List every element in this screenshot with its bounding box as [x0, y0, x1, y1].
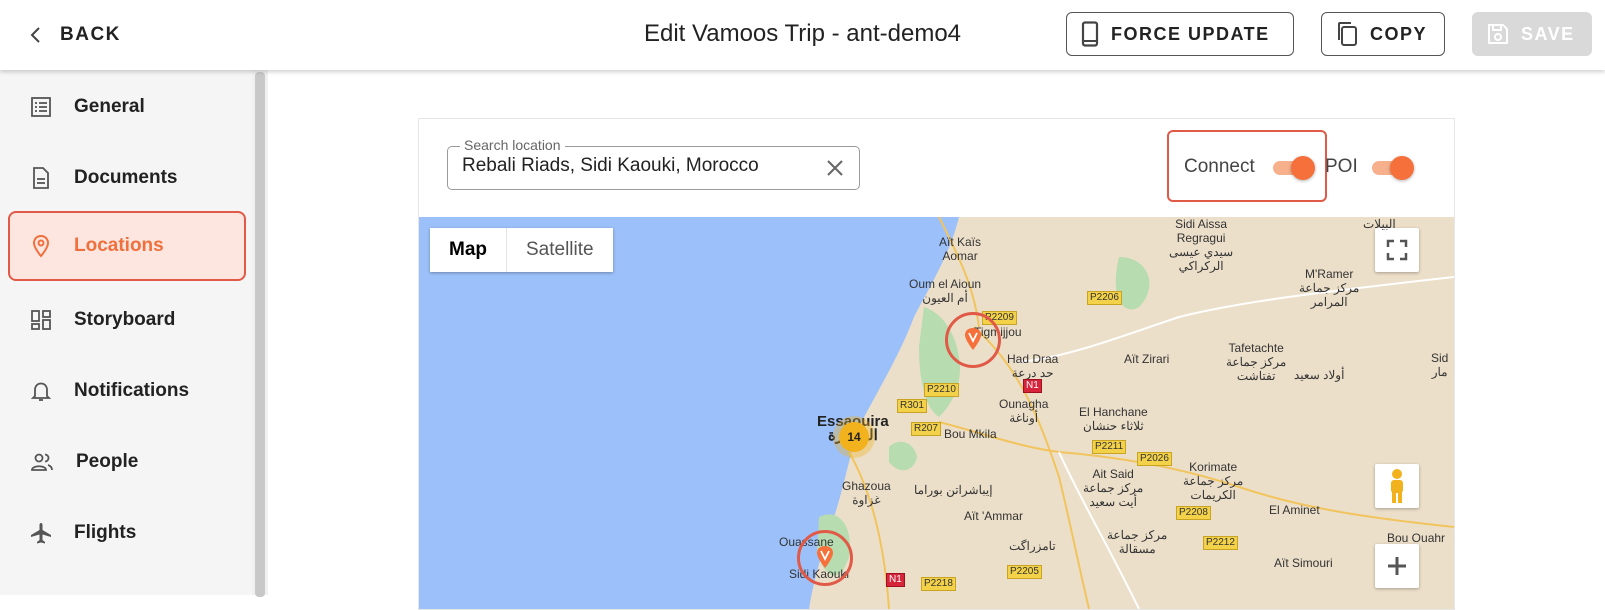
- smartphone-icon: [1081, 21, 1099, 47]
- sidebar-item-flights[interactable]: Flights: [8, 498, 246, 568]
- map-place-label: M'Ramer مركز جماعة المرامر: [1299, 267, 1360, 309]
- road-shield: P2211: [1092, 440, 1127, 454]
- poi-label: POI: [1325, 156, 1358, 177]
- plus-icon: [1388, 557, 1406, 575]
- list-icon: [31, 97, 51, 117]
- road-shield: P2210: [924, 383, 959, 397]
- sidebar-item-storyboard[interactable]: Storyboard: [8, 285, 246, 355]
- map-type-control: Map Satellite: [430, 228, 613, 272]
- map-place-label: Aït Kaïs Aomar: [939, 235, 982, 263]
- scrollbar-thumb[interactable]: [255, 72, 265, 597]
- map-place-label: Korimate مركز جماعة الكريمات: [1183, 460, 1244, 502]
- map-type-satellite-button[interactable]: Satellite: [507, 228, 613, 272]
- search-location-label: Search location: [460, 137, 565, 153]
- save-label: SAVE: [1521, 23, 1575, 44]
- map-place-label: Aït Simouri: [1274, 556, 1333, 570]
- sidebar-item-label: Notifications: [74, 380, 190, 401]
- map-place-label: تامزراگت: [1009, 539, 1056, 553]
- map-place-label: Sidi Aissa Regragui سيدي عيسى الركراكي: [1169, 217, 1234, 273]
- sidebar-item-label: Storyboard: [74, 309, 176, 330]
- copy-label: COPY: [1370, 23, 1428, 44]
- trip-location-marker[interactable]: [797, 530, 853, 586]
- road-shield: P2212: [1203, 536, 1238, 550]
- sidebar-item-label: General: [74, 96, 145, 117]
- bell-icon: [30, 382, 52, 401]
- sidebar-item-label: Flights: [74, 522, 137, 543]
- map-place-label: أولاد سعيد: [1294, 368, 1345, 382]
- sidebar-scrollbar[interactable]: [252, 70, 268, 597]
- map-place-label: إيباشراتن بوراما: [914, 483, 993, 497]
- toggle-knob: [1390, 156, 1414, 180]
- connect-label: Connect: [1184, 156, 1255, 177]
- sidebar-item-general[interactable]: General: [8, 72, 246, 142]
- sidebar-item-notifications[interactable]: Notifications: [8, 356, 246, 426]
- toggle-knob: [1291, 156, 1315, 180]
- airplane-icon: [31, 523, 51, 544]
- copy-button[interactable]: COPY: [1321, 12, 1445, 56]
- map-place-label: Bou Ouahr: [1387, 531, 1446, 545]
- map-place-label: Bou Mkila: [944, 427, 997, 441]
- location-pin-icon: [32, 234, 50, 258]
- map-pin-icon: [817, 546, 833, 568]
- map-place-label: Oum el Aioun أم العيون: [909, 277, 982, 305]
- map-view[interactable]: Map Satellite Aït Kaïs Aomar Oum el Aioun…: [419, 217, 1454, 609]
- road-shield: R301: [897, 399, 927, 413]
- top-bar: BACK Edit Vamoos Trip - ant-demo4 FORCE …: [0, 0, 1605, 70]
- fullscreen-button[interactable]: [1375, 228, 1419, 272]
- road-shield: P2208: [1176, 506, 1211, 520]
- dashboard-icon: [31, 310, 51, 330]
- map-place-label: Sid مار: [1431, 351, 1449, 379]
- map-place-label: Had Draa حد درعة: [1007, 352, 1059, 380]
- road-shield: P2205: [1007, 565, 1042, 579]
- back-button[interactable]: BACK: [30, 20, 121, 50]
- map-place-label: Aït 'Ammar: [964, 509, 1023, 523]
- map-place-label: Ghazoua غزاوة: [842, 479, 891, 507]
- map-place-label: Tafetachte مركز جماعة تفتاشت: [1226, 341, 1287, 383]
- chevron-left-icon: [30, 27, 40, 43]
- search-input[interactable]: [462, 155, 802, 177]
- map-type-map-button[interactable]: Map: [430, 228, 507, 272]
- copy-icon: [1338, 22, 1357, 46]
- force-update-button[interactable]: FORCE UPDATE: [1066, 12, 1294, 56]
- fullscreen-icon: [1386, 239, 1408, 261]
- save-button[interactable]: SAVE: [1472, 12, 1592, 56]
- road-shield: P2218: [921, 577, 956, 591]
- close-icon[interactable]: [825, 158, 845, 178]
- map-place-label: Ounagha أوناغة: [999, 397, 1049, 425]
- sidebar-item-label: Documents: [74, 167, 178, 188]
- road-shield: R207: [911, 422, 941, 436]
- map-place-label: مركز جماعة مسقالة: [1107, 528, 1168, 556]
- marker-cluster[interactable]: 14: [839, 422, 869, 452]
- poi-toggle[interactable]: [1372, 156, 1414, 180]
- force-update-label: FORCE UPDATE: [1111, 23, 1270, 44]
- people-icon: [31, 453, 53, 471]
- zoom-in-button[interactable]: [1375, 544, 1419, 588]
- back-label: BACK: [60, 24, 121, 45]
- road-shield: N1: [886, 573, 905, 587]
- map-place-label: El Aminet: [1269, 503, 1320, 517]
- road-shield: N1: [1023, 379, 1042, 393]
- street-view-pegman[interactable]: [1375, 464, 1419, 508]
- sidebar-item-documents[interactable]: Documents: [8, 143, 246, 213]
- search-location-field[interactable]: Search location: [447, 137, 860, 190]
- connect-toggle[interactable]: [1273, 156, 1315, 180]
- sidebar: General Documents Locations Storyboard N…: [0, 70, 252, 595]
- road-shield: P2206: [1087, 291, 1122, 305]
- map-place-label: Ait Said مركز جماعة أيت سعيد: [1083, 467, 1144, 509]
- map-pin-icon: [965, 328, 981, 350]
- pegman-icon: [1391, 469, 1403, 503]
- sidebar-item-locations[interactable]: Locations: [8, 211, 246, 281]
- sidebar-item-label: People: [76, 451, 139, 472]
- sidebar-item-people[interactable]: People: [8, 427, 246, 497]
- map-place-label: Aït Zirari: [1124, 352, 1170, 366]
- map-place-label: El Hanchane ثلاثاء حنشان: [1079, 405, 1148, 433]
- trip-location-marker[interactable]: [945, 312, 1001, 368]
- sidebar-item-label: Locations: [74, 235, 164, 256]
- locations-card: Search location Connect POI Map: [418, 118, 1455, 610]
- save-icon: [1488, 24, 1508, 44]
- map-place-label: البيلات: [1363, 217, 1396, 231]
- road-shield: P2026: [1137, 452, 1172, 466]
- document-icon: [33, 167, 49, 189]
